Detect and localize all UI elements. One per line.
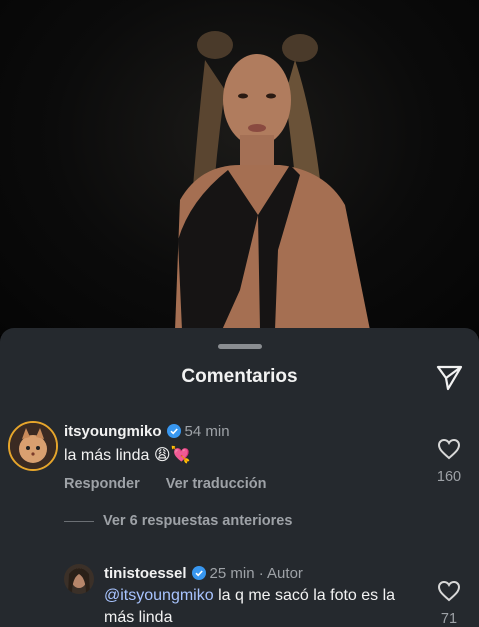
photo-illustration — [175, 31, 370, 330]
verified-badge-icon — [166, 424, 181, 438]
reply-mention[interactable]: @itsyoungmiko — [104, 587, 214, 604]
reply-text: @itsyoungmiko la q me sacó la foto es la… — [104, 585, 424, 627]
comment-username[interactable]: itsyoungmiko — [64, 423, 162, 440]
heart-icon[interactable] — [437, 438, 461, 465]
reply-meta: tinistoessel 25 min · Autor — [104, 565, 303, 582]
comment-actions: Responder Ver traducción — [64, 476, 292, 492]
sheet-grabber[interactable] — [218, 344, 262, 349]
view-replies-button[interactable]: Ver 6 respuestas anteriores — [103, 513, 292, 529]
reply-button[interactable]: Responder — [64, 476, 140, 492]
sheet-title: Comentarios — [181, 366, 298, 387]
comment-text: la más linda 😩💘 — [64, 447, 191, 464]
like-count: 71 — [440, 611, 458, 627]
post-photo — [0, 0, 479, 335]
reply-time: 25 min · Autor — [209, 565, 303, 582]
translate-button[interactable]: Ver traducción — [166, 476, 267, 492]
comment-time: 54 min — [184, 423, 230, 440]
heart-icon[interactable] — [437, 580, 461, 607]
reply-username[interactable]: tinistoessel — [104, 565, 187, 582]
avatar[interactable] — [64, 564, 94, 594]
send-icon[interactable] — [434, 362, 464, 392]
verified-badge-icon — [191, 566, 206, 580]
comments-sheet: Comentarios itsyoungmiko 54 min la más li… — [0, 328, 479, 627]
avatar[interactable] — [8, 421, 58, 471]
comment-meta: itsyoungmiko 54 min — [64, 423, 230, 440]
like-count: 160 — [436, 469, 462, 485]
replies-divider — [64, 521, 94, 522]
